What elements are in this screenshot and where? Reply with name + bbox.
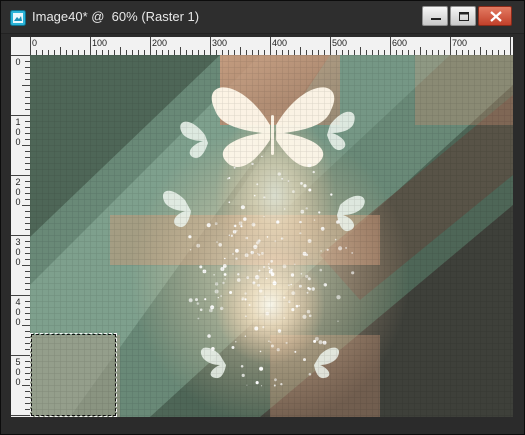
ruler-label: 500 xyxy=(15,357,21,387)
maximize-icon xyxy=(459,12,469,21)
ruler-label: 700 xyxy=(452,38,468,48)
maximize-button[interactable] xyxy=(450,6,476,26)
ruler-label: 300 xyxy=(212,38,228,48)
vertical-ruler[interactable]: 0 100 200 300 400 500 xyxy=(11,55,31,417)
minimize-icon xyxy=(431,18,441,20)
ruler-label: 100 xyxy=(15,117,21,147)
image-window: Image40* @ 60% (Raster 1) 0 100 200 300 … xyxy=(0,0,525,435)
ruler-label: 400 xyxy=(272,38,288,48)
raster-image-icon xyxy=(10,10,26,26)
marquee-selection[interactable] xyxy=(30,333,117,417)
close-icon xyxy=(490,11,502,22)
ruler-label: 600 xyxy=(392,38,408,48)
close-button[interactable] xyxy=(478,6,512,26)
title-bar[interactable]: Image40* @ 60% (Raster 1) xyxy=(1,1,524,34)
ruler-label: 300 xyxy=(15,237,21,267)
ruler-label: 400 xyxy=(15,297,21,327)
ruler-label: 200 xyxy=(152,38,168,48)
ruler-label: 0 xyxy=(15,57,21,67)
window-title: Image40* @ 60% (Raster 1) xyxy=(32,9,200,24)
image-canvas[interactable] xyxy=(30,55,513,417)
horizontal-ruler[interactable]: 0 100 200 300 400 500 600 700 xyxy=(30,37,513,56)
ruler-label: 200 xyxy=(15,177,21,207)
ruler-label: 500 xyxy=(332,38,348,48)
minimize-button[interactable] xyxy=(422,6,448,26)
ruler-label: 100 xyxy=(92,38,108,48)
ruler-label: 0 xyxy=(32,38,38,48)
ruler-corner xyxy=(11,37,30,55)
